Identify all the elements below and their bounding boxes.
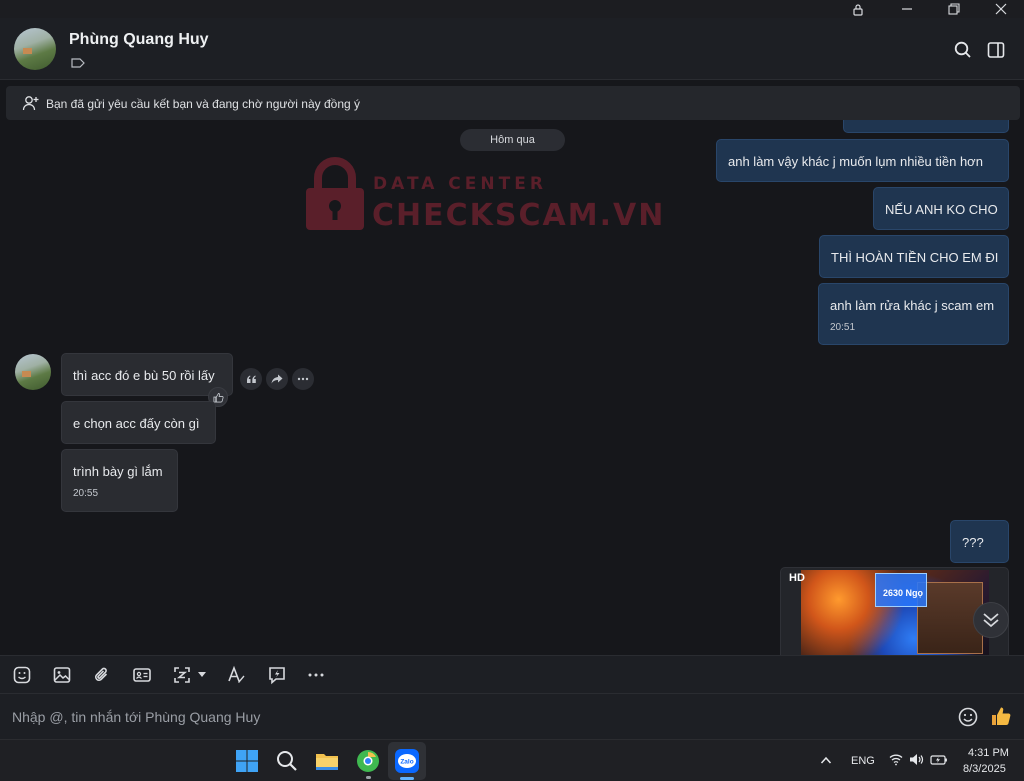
message-bubble-partial[interactable] [843,120,1009,133]
sender-avatar[interactable] [15,354,51,390]
battery-icon[interactable] [930,753,948,766]
text-format-icon[interactable] [226,665,246,685]
message-bubble-received[interactable]: e chọn acc đấy còn gì [61,401,216,444]
notice-text: Bạn đã gửi yêu cầu kết bạn và đang chờ n… [46,97,361,111]
quick-message-icon[interactable] [267,665,287,685]
window-titlebar [0,0,1024,18]
chevron-up-icon[interactable] [820,755,832,765]
message-text: thì acc đó e bù 50 rồi lấy [73,368,215,383]
date-divider: Hôm qua [460,129,565,151]
taskbar-search-icon[interactable] [274,748,300,774]
browser-icon[interactable] [355,748,381,774]
search-icon[interactable] [953,40,973,60]
chevron-double-down-icon [983,613,999,628]
message-input[interactable] [0,694,940,740]
watermark-lock-icon [306,157,364,230]
message-text: trình bày gì lắm [73,464,163,479]
hd-badge: HD [789,572,805,584]
more-icon[interactable] [306,665,326,685]
thumbs-up-icon[interactable] [990,705,1012,727]
zalo-label: Zalo [400,759,413,766]
friend-request-notice: Bạn đã gửi yêu cầu kết bạn và đang chờ n… [6,86,1020,120]
contact-name[interactable]: Phùng Quang Huy [69,31,209,49]
message-composer [0,693,1024,740]
file-explorer-icon[interactable] [314,748,340,774]
restore-icon[interactable] [931,0,977,18]
emoji-icon[interactable] [957,706,979,728]
message-bubble-received[interactable]: trình bày gì lắm 20:55 [61,449,178,512]
os-taskbar: Zalo ENG 4:31 PM 8/3/2025 [0,739,1024,781]
minimize-icon[interactable] [884,0,930,18]
avatar[interactable] [14,28,56,70]
message-time: 20:55 [73,488,99,499]
clock-time[interactable]: 4:31 PM [968,747,1009,759]
message-text: anh làm rửa khác j scam em [830,298,995,313]
more-options-icon[interactable] [292,368,314,390]
app-active-indicator [400,777,414,780]
message-bubble-sent[interactable]: THÌ HOÀN TIỀN CHO EM ĐI [819,235,1009,278]
game-screenshot-image: 2630 Ngọ [801,570,989,655]
tag-icon[interactable] [71,58,85,68]
quote-icon[interactable] [240,368,262,390]
add-friend-icon [22,96,39,111]
clock-date[interactable]: 8/3/2025 [963,763,1006,775]
message-bubble-sent[interactable]: anh làm vậy khác j muốn lụm nhiều tiền h… [716,139,1009,182]
message-bubble-sent[interactable]: ??? [950,520,1009,563]
composer-toolbar [0,655,1024,693]
message-bubble-sent[interactable]: anh làm rửa khác j scam em 20:51 [818,283,1009,345]
message-text: THÌ HOÀN TIỀN CHO EM ĐI [831,250,999,265]
language-indicator[interactable]: ENG [851,755,875,767]
close-icon[interactable] [978,0,1024,18]
chevron-down-icon[interactable] [196,670,208,680]
scroll-to-bottom-button[interactable] [973,602,1009,638]
image-overlay-number: 2630 Ngọ [883,588,924,598]
windows-start-icon[interactable] [234,748,260,774]
screenshot-icon[interactable] [172,665,192,685]
watermark-line2: CHECKSCAM.VN [372,198,666,233]
message-text: anh làm vậy khác j muốn lụm nhiều tiền h… [728,154,983,169]
message-text: ??? [962,535,984,550]
message-text: e chọn acc đấy còn gì [73,416,200,431]
message-bubble-received[interactable]: thì acc đó e bù 50 rồi lấy [61,353,233,396]
wifi-icon[interactable] [889,753,903,766]
image-icon[interactable] [52,665,72,685]
attachment-icon[interactable] [92,665,112,685]
message-bubble-sent[interactable]: NẾU ANH KO CHO [873,187,1009,230]
sidebar-toggle-icon[interactable] [986,40,1006,60]
contact-card-icon[interactable] [132,665,152,685]
app-running-indicator [366,776,371,779]
chat-header: Phùng Quang Huy [0,18,1024,80]
zalo-app-icon[interactable]: Zalo [394,748,420,774]
forward-icon[interactable] [266,368,288,390]
sticker-icon[interactable] [12,665,32,685]
message-text: NẾU ANH KO CHO [885,202,998,217]
message-list[interactable]: Hôm qua DATA CENTER CHECKSCAM.VN anh làm… [0,120,1024,655]
watermark-line1: DATA CENTER [373,174,547,194]
lock-icon[interactable] [835,0,881,18]
message-time: 20:51 [830,322,856,333]
volume-icon[interactable] [909,753,924,766]
